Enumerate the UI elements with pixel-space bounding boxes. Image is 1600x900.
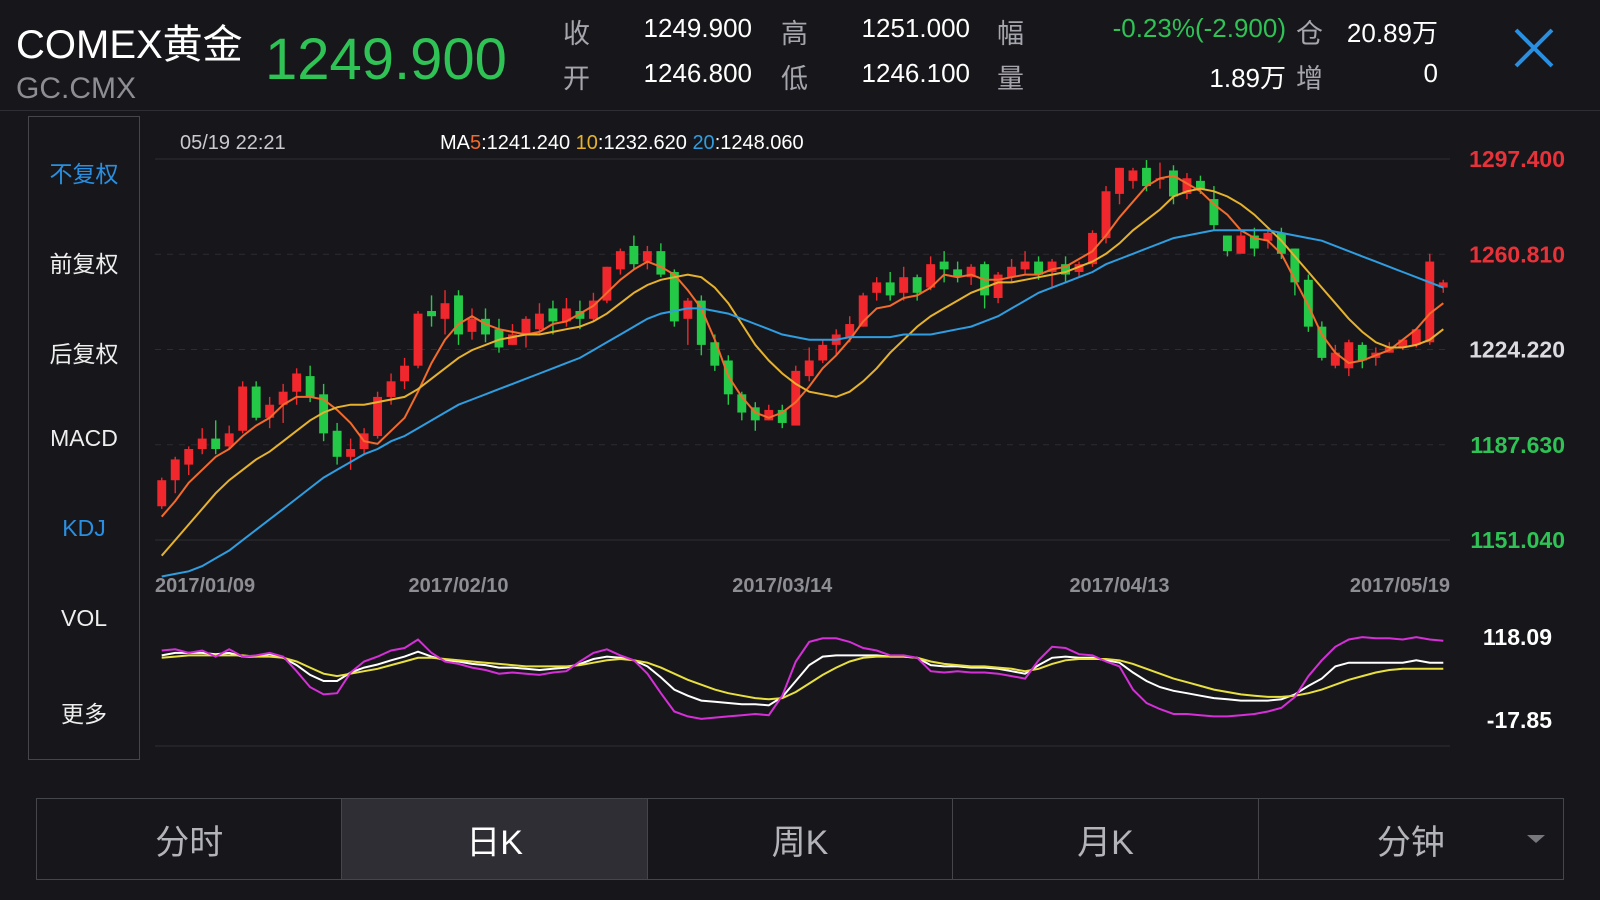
price-axis-label: 1224.220 <box>1469 337 1565 363</box>
candle-body <box>1317 326 1327 358</box>
ma-legend: MA5:1241.240 10:1232.620 20:1248.060 <box>440 132 804 154</box>
candle-body <box>197 438 207 449</box>
close-icon <box>1514 28 1554 68</box>
tab-minute-label: 分钟 <box>1376 823 1445 862</box>
header-divider <box>0 110 1600 111</box>
quote-oi-change-value: 0 <box>1423 58 1438 88</box>
quote-low-value: 1246.100 <box>861 58 970 88</box>
candle-body <box>642 251 652 262</box>
candle-body <box>521 318 531 335</box>
date-axis-label: 2017/04/13 <box>1069 575 1169 597</box>
tab-minute[interactable]: 分钟 <box>1259 799 1563 879</box>
close-button[interactable] <box>1512 26 1556 70</box>
candle-body <box>305 376 315 397</box>
candle-body <box>251 386 261 418</box>
kdj-axis-label: 118.09 <box>1483 624 1552 650</box>
candle-body <box>224 433 234 447</box>
chart-timestamp: 05/19 22:21 <box>180 132 286 154</box>
candle-body <box>818 344 828 361</box>
period-tabbar: 分时 日K 周K 月K 分钟 <box>36 798 1564 880</box>
candle-body <box>184 448 194 465</box>
candle-body <box>1303 279 1313 327</box>
kdj-j-line <box>161 636 1444 720</box>
chevron-down-icon <box>1527 835 1546 843</box>
candle-body <box>804 360 814 377</box>
quote-low-label: 低 <box>781 64 808 94</box>
date-axis-label: 2017/02/10 <box>408 575 508 597</box>
quote-high-value: 1251.000 <box>861 13 970 43</box>
date-axis-label: 2017/03/14 <box>732 575 833 597</box>
candle-body <box>629 245 639 265</box>
price-axis-label: 1260.810 <box>1469 241 1565 267</box>
candle-body <box>872 282 882 293</box>
date-axis-label: 2017/01/09 <box>155 575 255 597</box>
candle-body <box>1357 344 1367 361</box>
candle-body <box>656 251 666 275</box>
quote-oi-value: 20.89万 <box>1346 18 1438 48</box>
quote-high-label: 高 <box>781 19 808 49</box>
ma5-line <box>160 174 1444 518</box>
candle-body <box>157 480 167 507</box>
candle-body <box>993 274 1003 299</box>
candle-body <box>440 303 450 319</box>
tab-daily-k[interactable]: 日K <box>342 799 648 879</box>
tab-monthly-k[interactable]: 月K <box>953 799 1259 879</box>
candle-body <box>292 373 302 392</box>
price-axis-label: 1151.040 <box>1470 527 1565 553</box>
candle-body <box>238 386 248 431</box>
candle-body <box>535 313 544 330</box>
candle-body <box>1344 342 1354 369</box>
candle-body <box>615 251 625 270</box>
kline-chart[interactable]: 05/19 22:21 MA5:1241.240 10:1232.620 20:1… <box>0 112 1600 772</box>
candle-body <box>170 459 180 481</box>
candle-body <box>899 277 909 293</box>
quote-change-label: 幅 <box>997 19 1024 49</box>
quote-volume-label: 量 <box>997 64 1024 94</box>
candle-body <box>1128 170 1138 181</box>
date-axis-label: 2017/05/19 <box>1350 575 1450 597</box>
instrument-code: GC.CMX <box>16 72 136 105</box>
candle-body <box>346 448 356 457</box>
kdj-k-line <box>161 650 1444 707</box>
candle-body <box>1020 261 1030 270</box>
quote-close-value: 1249.900 <box>643 13 752 43</box>
kdj-d-line <box>161 654 1444 701</box>
tab-timeshare[interactable]: 分时 <box>37 799 343 879</box>
candle-body <box>332 430 342 457</box>
price-axis-label: 1297.400 <box>1469 146 1565 172</box>
candle-body <box>885 282 895 296</box>
candle-body <box>912 277 922 293</box>
last-price: 1249.900 <box>265 27 507 92</box>
candle-body <box>548 308 558 322</box>
candle-body <box>211 438 221 449</box>
candle-body <box>400 365 410 382</box>
candle-body <box>939 261 949 270</box>
quote-volume-value: 1.89万 <box>1209 63 1286 93</box>
candle-body <box>1222 235 1232 252</box>
candle-body <box>386 381 396 397</box>
quote-close-label: 收 <box>563 19 590 49</box>
candle-body <box>1236 235 1246 254</box>
tab-weekly-k[interactable]: 周K <box>648 799 954 879</box>
quote-open-label: 开 <box>563 64 590 94</box>
candle-body <box>427 311 436 317</box>
quote-open-value: 1246.800 <box>643 58 752 88</box>
candle-body <box>1195 180 1205 189</box>
candle-body <box>467 318 477 332</box>
candle-body <box>1115 167 1124 194</box>
instrument-name: COMEX黄金 <box>16 23 243 67</box>
quote-change-value: -0.23%(-2.900) <box>1112 13 1286 43</box>
price-axis-label: 1187.630 <box>1470 432 1565 458</box>
kdj-axis-label: -17.85 <box>1487 707 1552 733</box>
candle-body <box>1425 261 1435 343</box>
candle-body <box>1169 170 1178 197</box>
candle-body <box>413 313 423 366</box>
ma20-line <box>161 229 1444 578</box>
